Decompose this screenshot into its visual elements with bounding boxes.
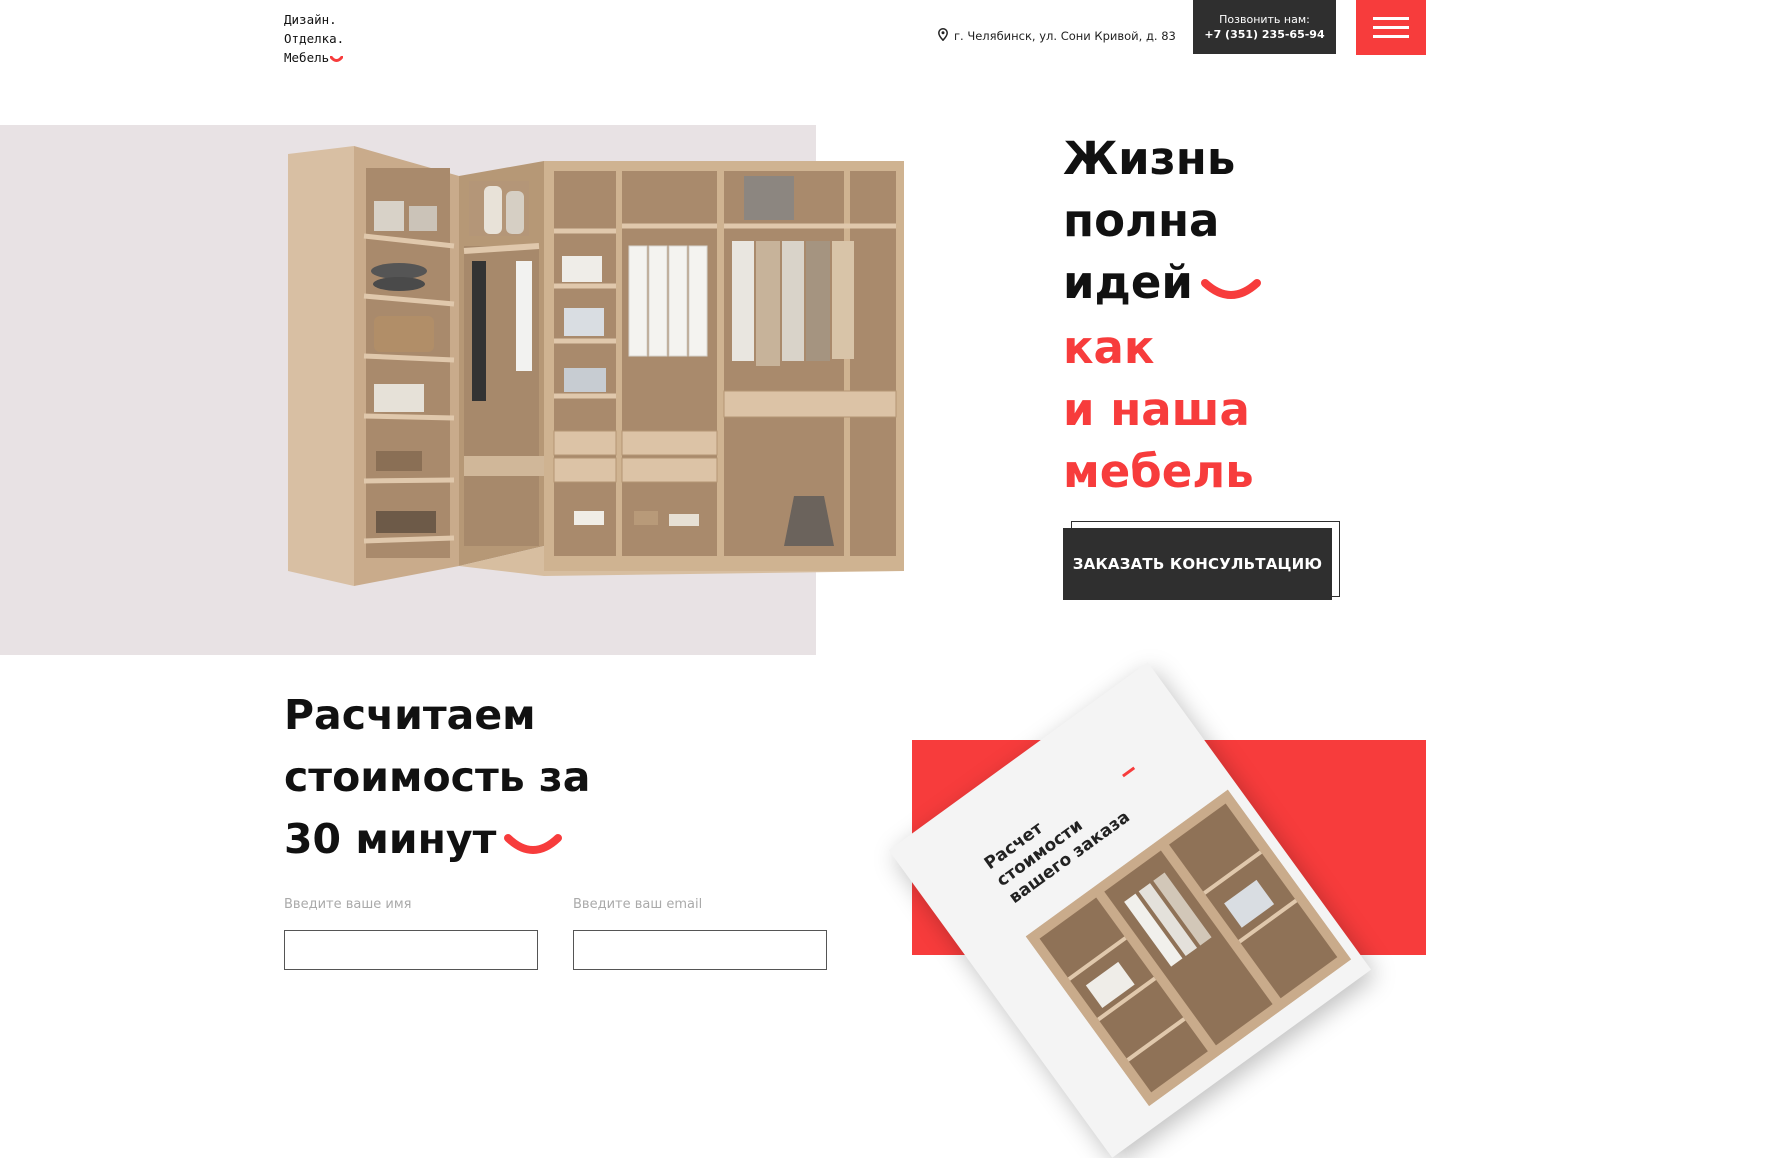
hero-headline: Жизнь полна идей как и наша мебель [1063, 128, 1261, 503]
logo-line-2: Отделка. [284, 31, 345, 46]
brochure-image: Расчет стоимости вашего заказа [888, 662, 1372, 1158]
location-pin-icon [938, 28, 948, 44]
headline-line-4: как [1063, 321, 1155, 374]
calc-title: Расчитаем стоимость за 30 минут [284, 684, 590, 873]
address-text: г. Челябинск, ул. Сони Кривой, д. 83 [954, 29, 1176, 43]
phone-number[interactable]: +7 (351) 235-65-94 [1193, 27, 1336, 42]
hamburger-menu-icon[interactable] [1356, 0, 1426, 55]
calc-title-line-2: стоимость за [284, 753, 591, 801]
headline-line-6: мебель [1063, 445, 1254, 498]
headline-line-3: идей [1063, 256, 1193, 309]
call-label: Позвонить нам: [1219, 13, 1310, 26]
headline-line-2: полна [1063, 194, 1220, 247]
calc-title-line-1: Расчитаем [284, 691, 536, 739]
headline-line-1: Жизнь [1063, 132, 1236, 185]
wardrobe-image [284, 146, 904, 590]
call-button[interactable]: Позвонить нам: +7 (351) 235-65-94 [1193, 0, 1336, 54]
calc-title-line-3: 30 минут [284, 815, 497, 863]
email-label: Введите ваш email [573, 897, 703, 912]
smile-icon [504, 811, 563, 873]
name-input[interactable] [284, 930, 538, 970]
headline-line-5: и наша [1063, 383, 1250, 436]
smile-icon [329, 49, 344, 68]
name-label: Введите ваше имя [284, 897, 412, 912]
logo-line-3: Мебель [284, 50, 330, 65]
email-input[interactable] [573, 930, 827, 970]
smile-icon [1200, 255, 1261, 317]
logo-line-1: Дизайн. [284, 12, 337, 27]
order-consultation-button[interactable]: ЗАКАЗАТЬ КОНСУЛЬТАЦИЮ [1063, 528, 1332, 600]
logo[interactable]: Дизайн. Отделка. Мебель [284, 10, 344, 68]
address: г. Челябинск, ул. Сони Кривой, д. 83 [938, 28, 1176, 44]
